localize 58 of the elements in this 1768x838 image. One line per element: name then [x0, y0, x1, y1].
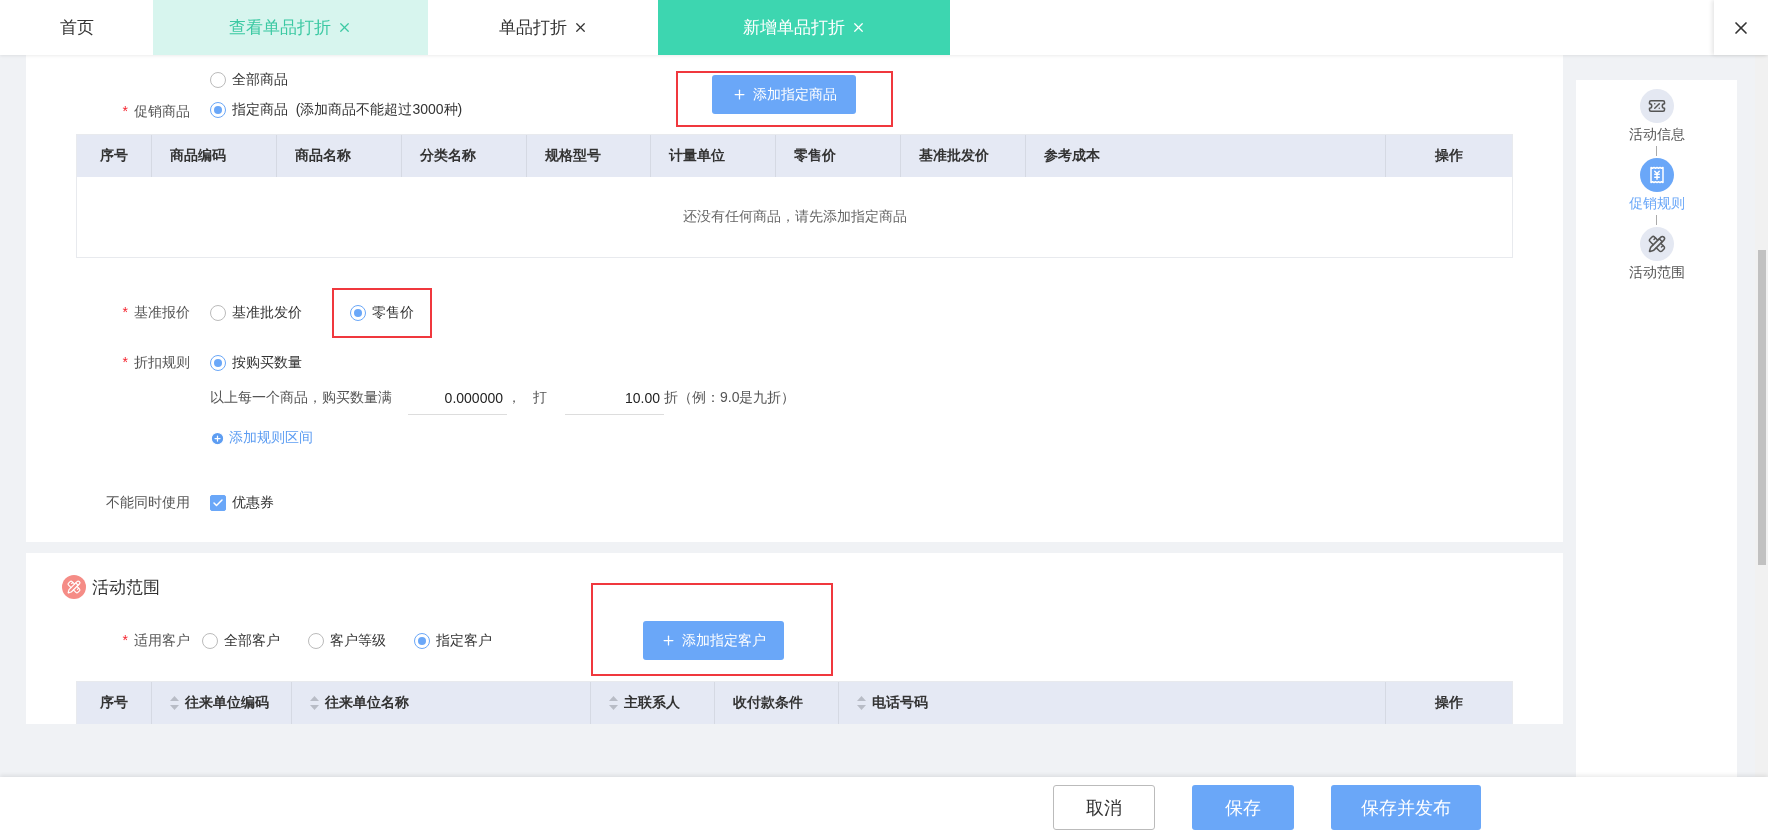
step-item[interactable]: 活动范围: [1628, 227, 1685, 282]
empty-message: 还没有任何商品，请先添加指定商品: [682, 208, 907, 226]
sort-icon[interactable]: [609, 696, 619, 710]
column-header: 操作: [1434, 693, 1465, 712]
rule-text: 以上每一个商品，购买数量满: [210, 389, 392, 407]
column-header: 往来单位名称: [291, 682, 592, 724]
column-header: 基准批发价: [900, 135, 1026, 177]
step-label: 活动信息: [1628, 126, 1685, 144]
radio-option[interactable]: 按购买数量: [210, 354, 302, 372]
required-mark: *: [122, 304, 128, 320]
column-header: 电话号码: [839, 682, 1387, 724]
section-icon: [62, 575, 86, 599]
field-label: 不能同时使用: [106, 493, 190, 510]
hint-text: 折（例：9.0是九折）: [664, 389, 796, 407]
field-label: 适用客户: [134, 632, 190, 648]
field-label: 基准报价: [134, 304, 190, 320]
required-mark: *: [122, 103, 128, 119]
radio-option[interactable]: 基准批发价: [210, 304, 302, 322]
column-header: 商品名称: [276, 135, 402, 177]
separator-text: ，: [507, 389, 521, 407]
plus-icon: [661, 633, 676, 648]
required-mark: *: [122, 632, 128, 648]
tab[interactable]: 首页: [0, 0, 153, 55]
radio-option[interactable]: 全部客户: [202, 632, 280, 650]
column-header: 往来单位编码: [151, 682, 292, 724]
column-header: 收付款条件: [715, 682, 840, 724]
column-header: 规格型号: [527, 135, 652, 177]
scrollbar[interactable]: [1755, 55, 1768, 777]
column-header: 序号: [77, 135, 152, 177]
column-header: 商品编码: [151, 135, 277, 177]
add-icon: [210, 430, 225, 446]
column-header: 主联系人: [591, 682, 716, 724]
field-label: 折扣规则: [134, 354, 190, 370]
discount-text: 打: [533, 389, 547, 407]
step-label: 活动范围: [1628, 264, 1685, 282]
plus-icon: [731, 87, 747, 102]
sort-icon[interactable]: [309, 696, 319, 710]
radio-option[interactable]: 指定商品 (添加商品不能超过3000种): [210, 101, 463, 119]
step-item[interactable]: 活动信息: [1628, 89, 1685, 144]
radio-option[interactable]: 指定客户: [414, 632, 492, 650]
column-header: 序号: [77, 682, 152, 724]
checkbox-option[interactable]: 优惠券: [210, 493, 274, 512]
radio-option[interactable]: 全部商品: [210, 71, 288, 89]
footer-button[interactable]: 取消: [1053, 785, 1155, 830]
tab[interactable]: 单品打折: [428, 0, 658, 55]
column-header: 参考成本: [1025, 135, 1387, 177]
step-label: 促销规则: [1628, 195, 1685, 213]
field-label: 促销商品: [134, 103, 190, 119]
column-header: 操作: [1434, 146, 1465, 165]
radio-option[interactable]: 客户等级: [308, 632, 386, 650]
column-header: 分类名称: [401, 135, 528, 177]
column-header: 零售价: [776, 135, 901, 177]
radio-option[interactable]: 零售价: [350, 304, 414, 322]
sort-icon[interactable]: [169, 696, 179, 710]
column-header: 计量单位: [651, 135, 777, 177]
required-mark: *: [122, 354, 128, 370]
section-title: 活动范围: [92, 576, 160, 599]
sort-icon[interactable]: [857, 696, 867, 710]
